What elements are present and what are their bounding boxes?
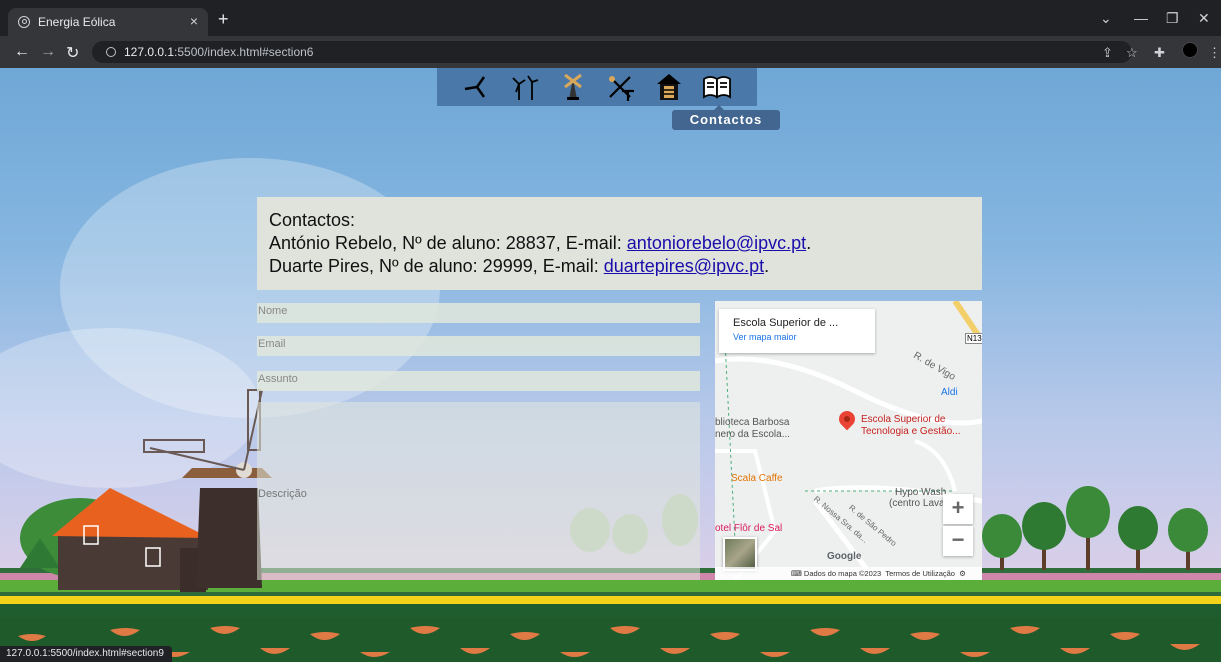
keyboard-icon[interactable]: ⌨ (791, 569, 804, 578)
contact-info-box: Contactos: António Rebelo, Nº de aluno: … (257, 197, 982, 290)
map-terms-link[interactable]: Termos de Utilização (885, 569, 955, 578)
browser-tab[interactable]: Energia Eólica × (8, 8, 208, 36)
chevron-down-icon[interactable]: ⌄ (1100, 10, 1112, 27)
windmill-icon[interactable] (555, 73, 591, 101)
turbines-icon[interactable] (507, 73, 543, 101)
globe-icon (18, 16, 30, 28)
satellite-toggle[interactable] (723, 537, 757, 571)
tools-icon[interactable] (603, 73, 639, 101)
share-icon[interactable]: ⇪ (1102, 45, 1113, 61)
subject-field[interactable]: Assunto (257, 371, 700, 391)
back-icon[interactable]: ← (14, 43, 30, 61)
book-icon[interactable] (699, 73, 735, 101)
forward-icon[interactable]: → (40, 43, 56, 61)
menu-icon[interactable]: ⋮ (1208, 45, 1221, 61)
profile-avatar[interactable] (1182, 42, 1198, 58)
reload-icon[interactable]: ↻ (66, 43, 79, 63)
email-link-duarte[interactable]: duartepires@ipvc.pt (604, 256, 764, 276)
road-badge: N13 (965, 333, 982, 344)
url-input[interactable]: 127.0.0.1:5500/index.html#section6 (92, 41, 1132, 63)
minimize-icon[interactable]: — (1134, 10, 1148, 26)
map-place-title: Escola Superior de ... (733, 317, 839, 329)
contact-line-1: António Rebelo, Nº de aluno: 28837, E-ma… (269, 233, 812, 253)
wind-turbine-icon[interactable] (459, 73, 495, 101)
larger-map-link[interactable]: Ver mapa maior (733, 332, 861, 342)
tab-title: Energia Eólica (38, 15, 116, 29)
email-field[interactable]: Email (257, 336, 700, 356)
zoom-out-button[interactable]: − (943, 526, 973, 556)
restore-icon[interactable]: ❐ (1166, 10, 1179, 27)
embedded-map[interactable]: Escola Superior de ... Ver mapa maior N1… (715, 301, 982, 580)
email-link-antonio[interactable]: antoniorebelo@ipvc.pt (627, 233, 806, 253)
name-field[interactable]: Nome (257, 303, 700, 323)
close-window-icon[interactable]: ✕ (1198, 10, 1210, 27)
main-nav (437, 68, 757, 106)
close-tab-icon[interactable]: × (190, 13, 198, 29)
info-icon[interactable] (106, 47, 116, 57)
page-viewport: Contactos Contactos: António Rebelo, Nº … (0, 68, 1221, 662)
nav-tooltip: Contactos (672, 105, 780, 130)
contact-heading: Contactos: (269, 210, 356, 230)
browser-tab-bar: Energia Eólica × + ⌄ — ❐ ✕ (0, 0, 1221, 36)
new-tab-button[interactable]: + (218, 9, 229, 30)
settings-icon[interactable]: ⚙ (959, 569, 966, 578)
status-url: 127.0.0.1:5500/index.html#section9 (0, 646, 172, 662)
star-icon[interactable]: ☆ (1126, 45, 1138, 61)
contact-line-2: Duarte Pires, Nº de aluno: 29999, E-mail… (269, 256, 770, 276)
zoom-in-button[interactable]: + (943, 494, 973, 524)
address-bar: ← → ↻ 127.0.0.1:5500/index.html#section6… (0, 36, 1221, 68)
extensions-icon[interactable]: ✚ (1154, 45, 1165, 61)
map-place-card: Escola Superior de ... Ver mapa maior (719, 309, 875, 353)
mill-house-icon[interactable] (651, 73, 687, 101)
map-footer: ⌨ Dados do mapa ©2023 Termos de Utilizaç… (715, 567, 982, 580)
description-textarea[interactable]: Descrição (257, 402, 700, 580)
